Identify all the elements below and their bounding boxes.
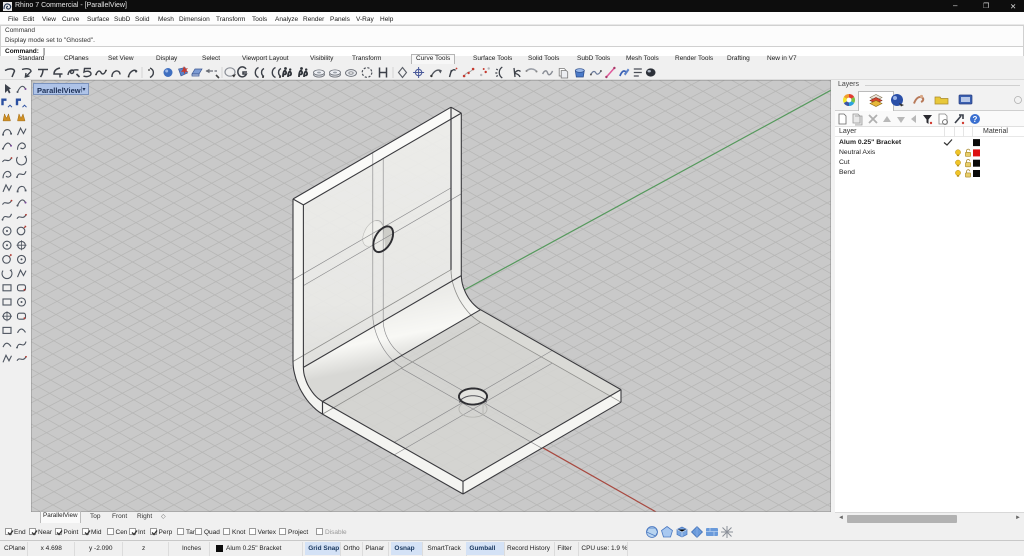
svg-text:?: ?: [973, 115, 978, 124]
